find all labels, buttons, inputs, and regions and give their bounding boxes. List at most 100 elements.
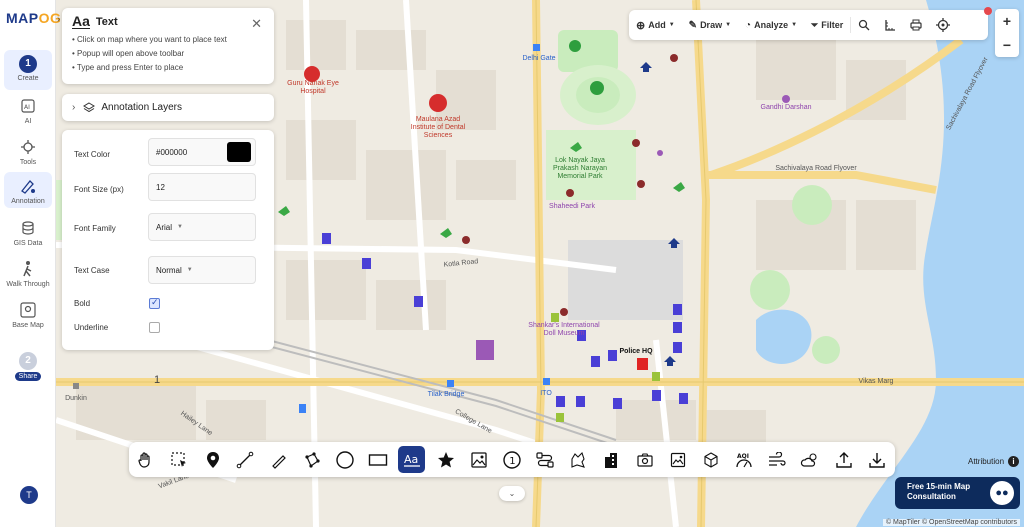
rectangle-icon[interactable] (364, 446, 391, 473)
close-icon[interactable]: ✕ (251, 16, 262, 32)
aqi-icon[interactable]: AQI (730, 446, 757, 473)
3d-box-icon[interactable] (697, 446, 724, 473)
map-credits[interactable]: © MapTiler © OpenStreetMap contributors (882, 519, 1020, 526)
map-label-lok-nayak: Lok Nayak Jaya Prakash Narayan Memorial … (552, 157, 608, 180)
map-label-ito: ITO (540, 390, 552, 397)
bold-checkbox[interactable] (149, 297, 160, 309)
notification-dot (984, 7, 992, 15)
text-icon[interactable]: Aa (398, 446, 425, 473)
polygon-icon[interactable] (298, 446, 325, 473)
rail-item-ai[interactable]: AI AI (4, 97, 52, 125)
weather-icon[interactable] (796, 446, 823, 473)
wind-icon[interactable] (763, 446, 790, 473)
annotation-layers-toggle[interactable]: › Annotation Layers (62, 94, 274, 121)
color-swatch[interactable] (227, 142, 251, 162)
text-style-panel: Text Color #000000 Font Size (px) 12 Fon… (62, 130, 274, 350)
attribution-label: Attribution (968, 457, 1005, 466)
rail-item-tools[interactable]: Tools (4, 138, 52, 166)
consultation-button[interactable]: Free 15-min Map Consultation ●● (895, 477, 1020, 509)
rail-item-label: AI (24, 118, 32, 125)
zoom-in-button[interactable]: + (995, 9, 1019, 33)
svg-text:Aa: Aa (404, 453, 418, 466)
map-label-shaheedi-park: Shaheedi Park (549, 203, 595, 210)
avatar[interactable]: T (20, 486, 38, 504)
zoom-out-button[interactable]: − (995, 33, 1019, 57)
caret-down-icon: ▼ (725, 22, 732, 28)
left-rail: MAPOG 1 Create AI AI Tools Annotation GI… (0, 0, 61, 527)
rail-item-label: Base Map (12, 322, 44, 329)
ai-icon: AI (21, 99, 35, 113)
rail-item-label: Annotation (11, 198, 45, 205)
step-create[interactable]: 1 Create (4, 50, 52, 90)
photo-icon[interactable] (664, 446, 691, 473)
select-icon[interactable] (165, 446, 192, 473)
number-icon[interactable]: 1 (498, 446, 525, 473)
text-panel-title: Text (95, 16, 118, 28)
filter-button[interactable]: ⏷ Filter (804, 10, 850, 40)
svg-text:AI: AI (24, 104, 30, 111)
hint-item: • Type and press Enter to place (72, 63, 184, 72)
caret-down-icon: ▼ (791, 22, 798, 28)
route-icon[interactable] (531, 446, 558, 473)
text-tool-icon: Aa (72, 13, 90, 29)
text-color-label: Text Color (74, 150, 111, 159)
marker-icon[interactable] (199, 446, 226, 473)
map-label-guru-nanak: Guru Nanak Eye Hospital (287, 80, 339, 95)
chevron-down-icon[interactable]: ⌄ (499, 486, 525, 501)
pan-hand-icon[interactable] (131, 446, 158, 473)
chevron-right-icon: › (72, 102, 76, 113)
map-label-maulana-azad: Maulana Azad Institute of Dental Science… (410, 116, 466, 139)
draw-button[interactable]: ✎ Draw ▼ (682, 10, 738, 40)
walk-through-icon (23, 261, 32, 277)
text-case-label: Text Case (74, 266, 110, 275)
info-icon: i (1008, 456, 1020, 467)
map-label-police-hq: Police HQ (619, 348, 653, 355)
camera-icon[interactable] (631, 446, 658, 473)
font-family-label: Font Family (74, 224, 116, 233)
rail-item-label: Walk Through (6, 281, 50, 288)
text-case-select[interactable]: Normal ▼ (148, 256, 256, 284)
add-button[interactable]: ⊕ Add ▼ (629, 10, 682, 40)
svg-text:1: 1 (509, 456, 515, 467)
star-icon[interactable] (432, 446, 459, 473)
shape-icon[interactable] (564, 446, 591, 473)
placed-text-annotation[interactable]: 1 (152, 375, 162, 386)
add-label: Add (648, 20, 666, 30)
download-icon[interactable] (863, 446, 890, 473)
search-button[interactable] (851, 10, 877, 40)
attribution-toggle[interactable]: Attribution i (968, 456, 1020, 467)
chat-bubble-icon[interactable]: ●● (990, 481, 1014, 505)
caret-down-icon: ▼ (186, 267, 193, 273)
measure-button[interactable] (877, 10, 903, 40)
line-icon[interactable] (231, 446, 258, 473)
caret-down-icon: ▼ (668, 22, 675, 28)
building-icon[interactable] (598, 446, 625, 473)
print-button[interactable] (903, 10, 929, 40)
image-icon[interactable] (465, 446, 492, 473)
font-size-input[interactable]: 12 (148, 173, 256, 201)
analyze-button[interactable]: ◔ Analyze ▼ (738, 10, 804, 40)
upload-icon[interactable] (830, 446, 857, 473)
drawing-toolbar: Aa 1 AQI (129, 442, 895, 477)
plus-circle-icon: ⊕ (636, 19, 646, 32)
ruler-icon (885, 20, 896, 31)
collapse-panel-chevron-icon[interactable]: › (57, 14, 60, 25)
tools-icon (21, 140, 35, 154)
text-color-field[interactable]: #000000 (148, 138, 256, 166)
step-share[interactable]: 2 Share (4, 352, 52, 381)
font-family-select[interactable]: Arial ▼ (148, 213, 256, 241)
rail-item-gis-data[interactable]: GIS Data (4, 219, 52, 247)
text-case-value: Normal (156, 265, 182, 275)
rail-item-walk-through[interactable]: Walk Through (4, 260, 52, 288)
map-label-delhi-gate: Delhi Gate (522, 55, 556, 62)
rail-item-base-map[interactable]: Base Map (4, 301, 52, 329)
rail-item-annotation[interactable]: Annotation (4, 172, 52, 208)
zoom-control: + − (995, 9, 1019, 57)
circle-icon[interactable] (331, 446, 358, 473)
underline-checkbox[interactable] (149, 322, 160, 333)
freehand-icon[interactable] (265, 446, 292, 473)
text-color-value: #000000 (156, 147, 188, 157)
locate-button[interactable] (929, 10, 957, 40)
analyze-label: Analyze (754, 20, 789, 30)
base-map-icon (20, 302, 36, 318)
